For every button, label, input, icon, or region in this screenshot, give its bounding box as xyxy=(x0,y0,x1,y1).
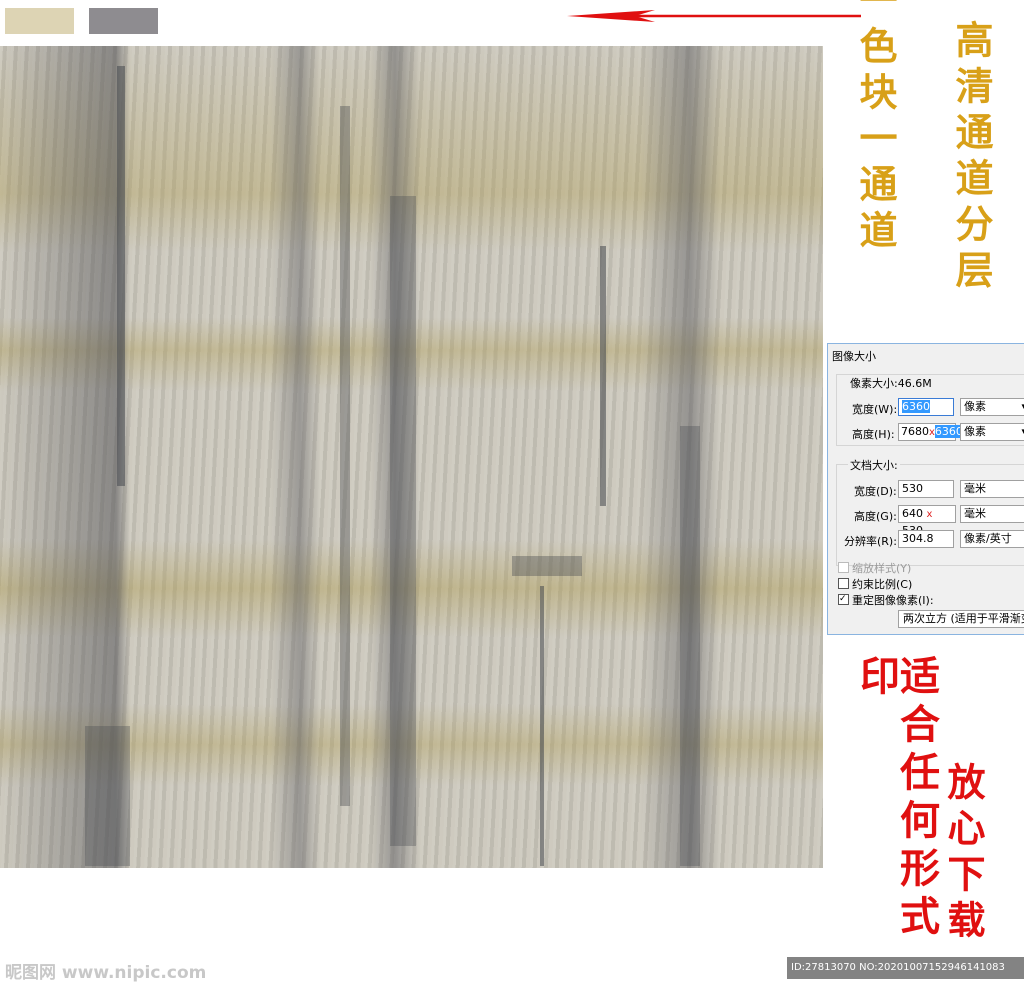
pixel-size-label: 像素大小:46.6M xyxy=(848,375,934,391)
site-watermark: 昵图网 www.nipic.com xyxy=(5,963,207,983)
color-swatch-gray xyxy=(89,8,158,34)
resolution-input[interactable]: 304.8 xyxy=(898,530,954,548)
image-id-bar: ID:27813070 NO:20201007152946141083 xyxy=(787,957,1024,979)
scale-styles-label: 缩放样式(Y) xyxy=(852,562,912,575)
headline-color-channel: 一色块一通道 xyxy=(853,0,898,256)
scale-styles-checkbox[interactable] xyxy=(838,562,849,573)
resample-checkbox[interactable]: ✓ xyxy=(838,594,849,605)
resample-label: 重定图像像素(I): xyxy=(852,594,934,607)
constrain-checkbox[interactable] xyxy=(838,578,849,589)
resolution-label: 分辨率(R): xyxy=(844,535,897,548)
headline-print: 适合任何形式印 xyxy=(853,655,940,943)
resample-method-select[interactable]: 两次立方 (适用于平滑渐变 xyxy=(898,610,1024,628)
width-input[interactable]: 6360 xyxy=(898,398,954,416)
resolution-unit-select[interactable]: 像素/英寸 xyxy=(960,530,1024,548)
height-label: 高度(H): xyxy=(852,428,895,441)
doc-height-unit-select[interactable]: 毫米 xyxy=(960,505,1024,523)
doc-size-label: 文档大小: xyxy=(848,457,900,473)
height-unit-select[interactable]: 像素▾ xyxy=(960,423,1024,441)
doc-height-input[interactable]: 640 x 530 xyxy=(898,505,956,537)
headline-hd-layers: 高清通道分层 xyxy=(949,20,994,296)
left-arrow-icon xyxy=(567,10,861,22)
dialog-title: 图像大小 xyxy=(832,350,876,363)
color-swatch-beige xyxy=(5,8,74,34)
image-size-dialog: 图像大小 像素大小:46.6M 宽度(W): 6360 像素▾ 高度(H): 7… xyxy=(827,343,1024,635)
headline-download: 放心下载 xyxy=(941,762,986,946)
width-label: 宽度(W): xyxy=(852,403,898,416)
doc-width-unit-select[interactable]: 毫米 xyxy=(960,480,1024,498)
doc-width-input[interactable]: 530 xyxy=(898,480,954,498)
constrain-label: 约束比例(C) xyxy=(852,578,913,591)
concrete-texture-image xyxy=(0,46,823,868)
height-input[interactable]: 7680x6360 xyxy=(898,423,963,441)
doc-width-label: 宽度(D): xyxy=(854,485,897,498)
doc-height-label: 高度(G): xyxy=(854,510,897,523)
width-unit-select[interactable]: 像素▾ xyxy=(960,398,1024,416)
